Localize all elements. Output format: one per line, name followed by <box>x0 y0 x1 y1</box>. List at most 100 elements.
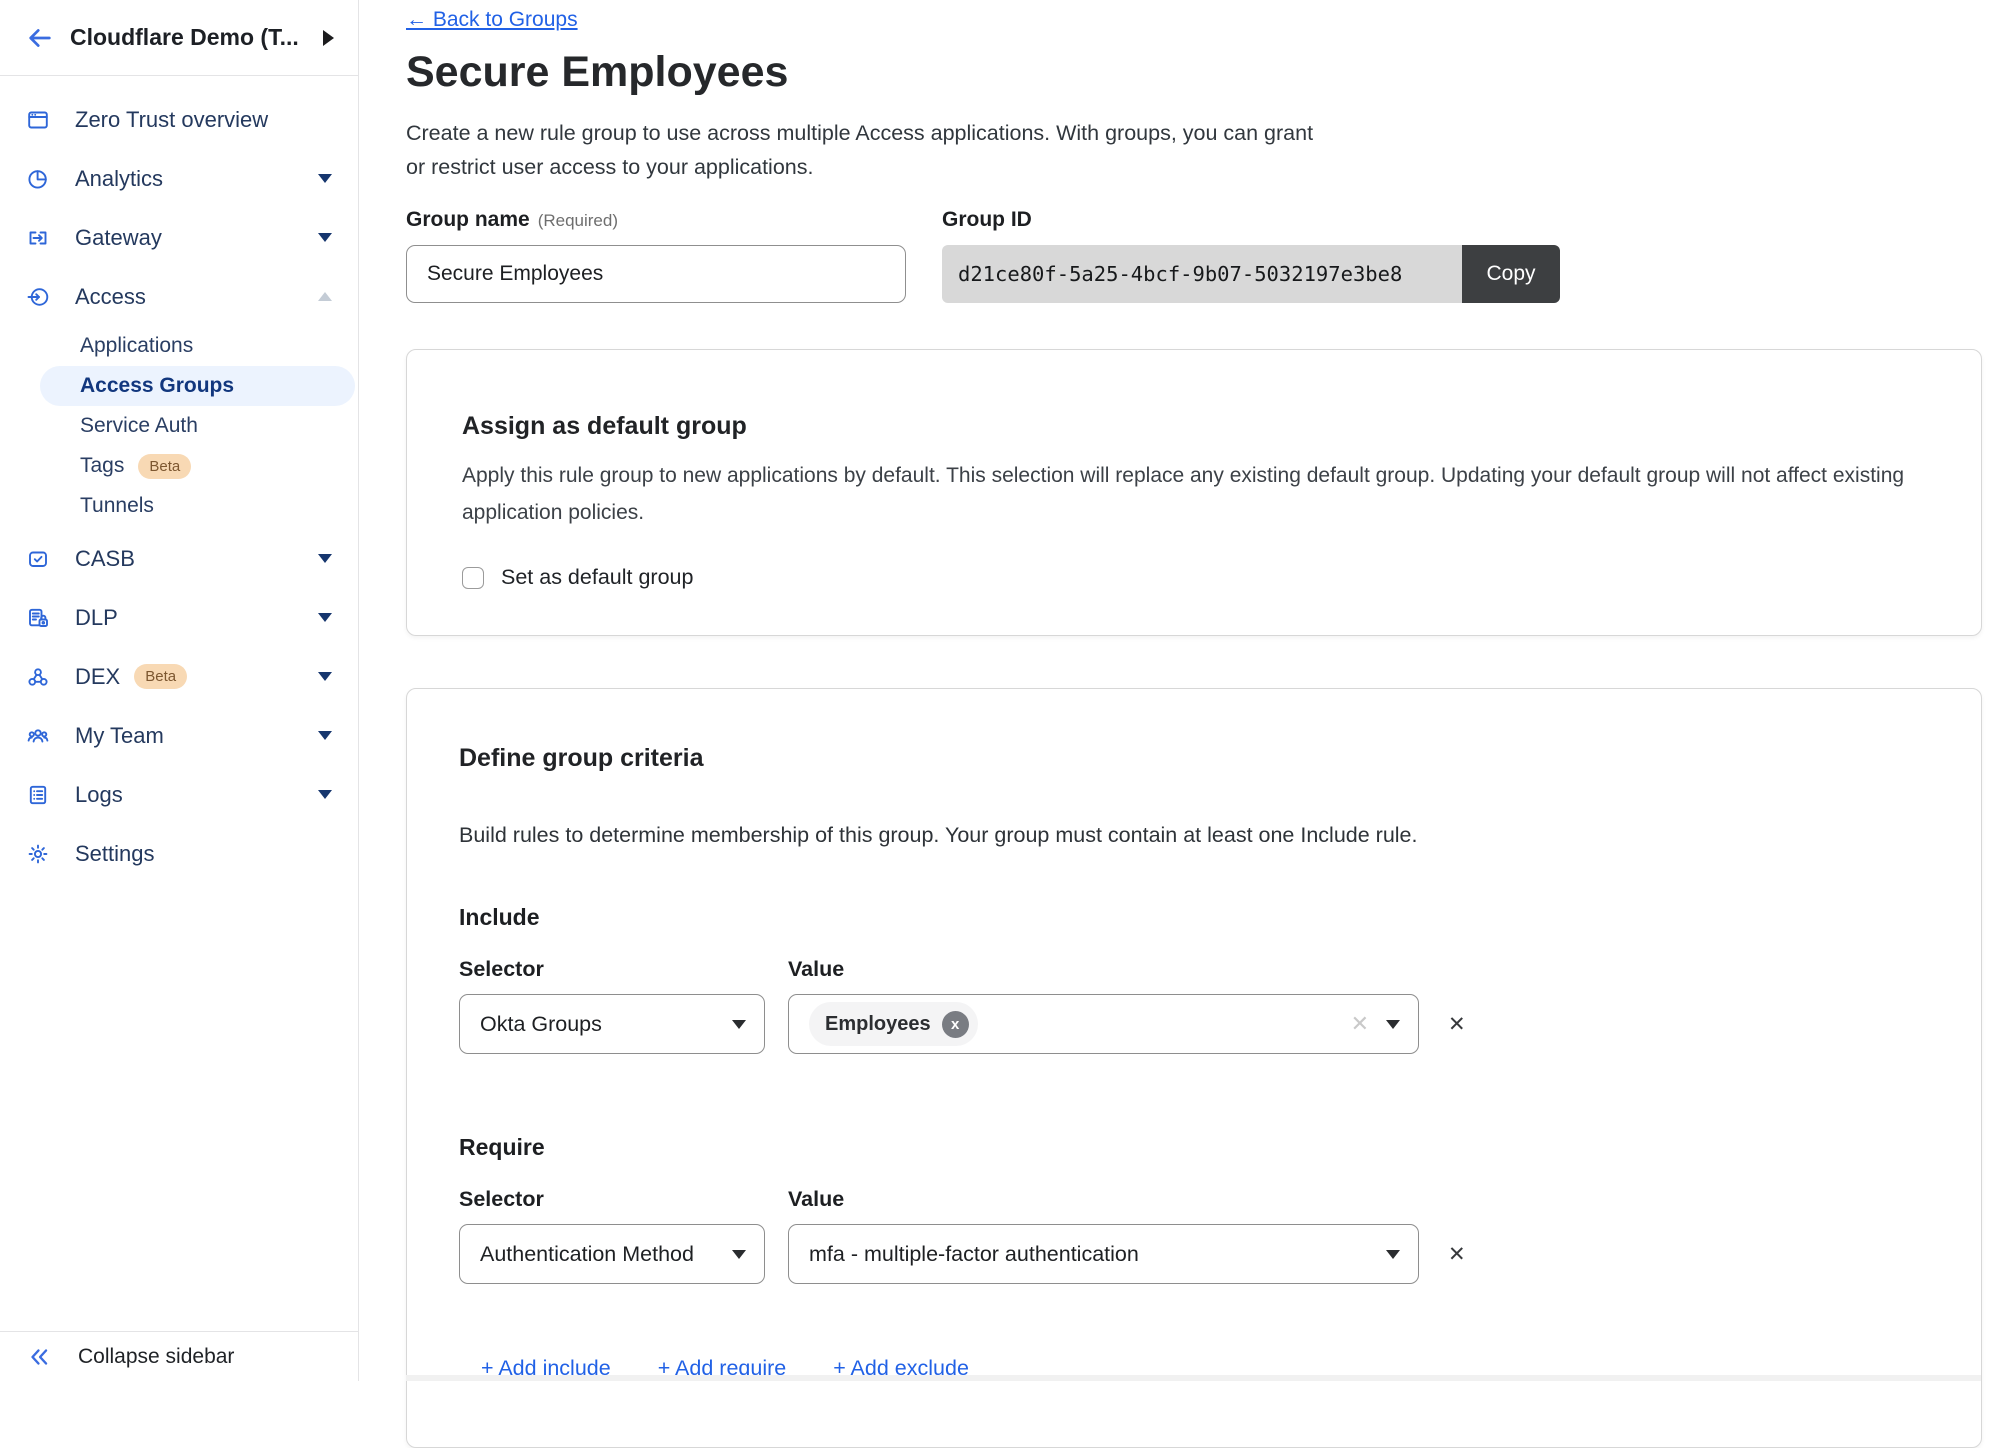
group-id-value: d21ce80f-5a25-4bcf-9b07-5032197e3be8 <box>942 245 1462 303</box>
list-icon <box>26 783 50 807</box>
sidebar-item-label: Tags <box>80 454 124 478</box>
beta-badge: Beta <box>138 454 191 479</box>
chevron-down-icon <box>1386 1020 1400 1029</box>
page-description-line: Create a new rule group to use across mu… <box>406 116 1999 150</box>
group-id-label: Group ID <box>942 208 1560 232</box>
beta-badge: Beta <box>134 664 187 689</box>
page-title: Secure Employees <box>406 46 1999 98</box>
sidebar-item-gateway[interactable]: Gateway <box>0 208 358 267</box>
sidebar-item-label: Service Auth <box>80 414 198 438</box>
sidebar-item-dex[interactable]: DEX Beta <box>0 647 358 706</box>
group-id-box: d21ce80f-5a25-4bcf-9b07-5032197e3be8 Cop… <box>942 245 1560 303</box>
chevron-up-icon <box>318 292 332 301</box>
chevron-down-icon <box>732 1250 746 1259</box>
sidebar-item-access-groups[interactable]: Access Groups <box>40 366 355 406</box>
chevron-down-icon <box>732 1020 746 1029</box>
criteria-card: Define group criteria Build rules to det… <box>406 688 1982 1448</box>
access-icon <box>26 285 50 309</box>
gateway-icon <box>26 226 50 250</box>
document-lock-icon <box>26 606 50 630</box>
sidebar-nav: Zero Trust overview Analytics Gateway Ac… <box>0 76 358 883</box>
sidebar-item-analytics[interactable]: Analytics <box>0 149 358 208</box>
remove-require-rule-button[interactable]: ✕ <box>1448 1242 1466 1267</box>
sidebar-item-label: Logs <box>75 782 123 808</box>
default-group-checkbox-row: Set as default group <box>462 565 1926 590</box>
selector-label: Selector <box>459 1187 765 1212</box>
sidebar-item-my-team[interactable]: My Team <box>0 706 358 765</box>
chevron-down-icon <box>1386 1250 1400 1259</box>
default-group-checkbox[interactable] <box>462 567 484 589</box>
sidebar-item-label: Tunnels <box>80 494 154 518</box>
chevron-down-icon <box>318 731 332 740</box>
include-value-multiselect[interactable]: Employees x ✕ <box>788 994 1419 1054</box>
include-column-labels: Selector Value <box>459 957 1926 982</box>
value-label: Value <box>788 1187 1419 1212</box>
gear-icon <box>26 842 50 866</box>
require-rule-row: Authentication Method mfa - multiple-fac… <box>459 1224 1926 1284</box>
include-selector-dropdown[interactable]: Okta Groups <box>459 994 765 1054</box>
sidebar-item-label: CASB <box>75 546 135 572</box>
sidebar-item-zero-trust-overview[interactable]: Zero Trust overview <box>0 90 358 149</box>
chip-remove-button[interactable]: x <box>942 1011 969 1038</box>
require-heading: Require <box>459 1134 1926 1161</box>
group-id-field: Group ID d21ce80f-5a25-4bcf-9b07-5032197… <box>942 208 1560 303</box>
sidebar-item-logs[interactable]: Logs <box>0 765 358 824</box>
group-id-label-text: Group ID <box>942 208 1032 232</box>
group-name-label-text: Group name <box>406 208 530 232</box>
sidebar-item-label: Zero Trust overview <box>75 107 268 133</box>
copy-button[interactable]: Copy <box>1462 245 1560 303</box>
sidebar-item-label: Gateway <box>75 225 162 251</box>
sidebar-item-label: My Team <box>75 723 164 749</box>
back-to-groups-link[interactable]: ← Back to Groups <box>406 8 578 32</box>
sidebar: Cloudflare Demo (T... Zero Trust overvie… <box>0 0 359 1381</box>
value-label: Value <box>788 957 1419 982</box>
back-arrow-icon[interactable] <box>26 24 54 52</box>
sidebar-item-settings[interactable]: Settings <box>0 824 358 883</box>
value-chip: Employees x <box>809 1002 978 1046</box>
sidebar-item-service-auth[interactable]: Service Auth <box>0 406 358 446</box>
chevron-down-icon <box>318 233 332 242</box>
sidebar-item-access[interactable]: Access <box>0 267 358 326</box>
sticky-footer-shade <box>406 1375 1981 1381</box>
default-group-card-title: Assign as default group <box>462 412 1926 441</box>
team-icon <box>26 724 50 748</box>
page-description: Create a new rule group to use across mu… <box>406 116 1999 184</box>
require-selector-dropdown[interactable]: Authentication Method <box>459 1224 765 1284</box>
dashboard-icon <box>26 108 50 132</box>
sidebar-item-casb[interactable]: CASB <box>0 529 358 588</box>
selector-label: Selector <box>459 957 765 982</box>
collapse-sidebar-button[interactable]: Collapse sidebar <box>0 1331 358 1381</box>
criteria-card-title: Define group criteria <box>459 744 1926 773</box>
chevron-right-icon[interactable] <box>323 30 334 46</box>
require-value-dropdown[interactable]: mfa - multiple-factor authentication <box>788 1224 1419 1284</box>
require-selector-value: Authentication Method <box>480 1242 694 1267</box>
group-name-input[interactable] <box>406 245 906 303</box>
sidebar-item-tags[interactable]: Tags Beta <box>0 446 358 486</box>
clear-values-button[interactable]: ✕ <box>1351 1011 1369 1037</box>
remove-include-rule-button[interactable]: ✕ <box>1448 1012 1466 1037</box>
sidebar-item-tunnels[interactable]: Tunnels <box>0 486 358 526</box>
group-name-field: Group name (Required) <box>406 208 942 303</box>
chevron-down-icon <box>318 174 332 183</box>
name-id-row: Group name (Required) Group ID d21ce80f-… <box>406 208 1999 303</box>
default-group-checkbox-label: Set as default group <box>501 565 693 590</box>
sidebar-item-label: DLP <box>75 605 118 631</box>
account-title: Cloudflare Demo (T... <box>70 24 323 51</box>
network-nodes-icon <box>26 665 50 689</box>
default-group-card: Assign as default group Apply this rule … <box>406 349 1982 636</box>
default-group-card-body-line: Apply this rule group to new application… <box>462 457 1926 494</box>
include-heading: Include <box>459 904 1926 931</box>
main-content: ← Back to Groups Secure Employees Create… <box>360 0 1999 1381</box>
sidebar-item-label: Analytics <box>75 166 163 192</box>
sidebar-item-dlp[interactable]: DLP <box>0 588 358 647</box>
page-description-line: or restrict user access to your applicat… <box>406 150 1999 184</box>
sidebar-item-applications[interactable]: Applications <box>0 326 358 366</box>
sidebar-item-label: Settings <box>75 841 155 867</box>
require-value-text: mfa - multiple-factor authentication <box>809 1242 1139 1267</box>
sidebar-item-label: DEX <box>75 664 120 690</box>
value-chip-label: Employees <box>825 1013 931 1036</box>
sidebar-header: Cloudflare Demo (T... <box>0 0 358 76</box>
default-group-card-body-line: application policies. <box>462 494 1926 531</box>
group-name-label: Group name (Required) <box>406 208 942 232</box>
collapse-sidebar-label: Collapse sidebar <box>78 1345 234 1369</box>
